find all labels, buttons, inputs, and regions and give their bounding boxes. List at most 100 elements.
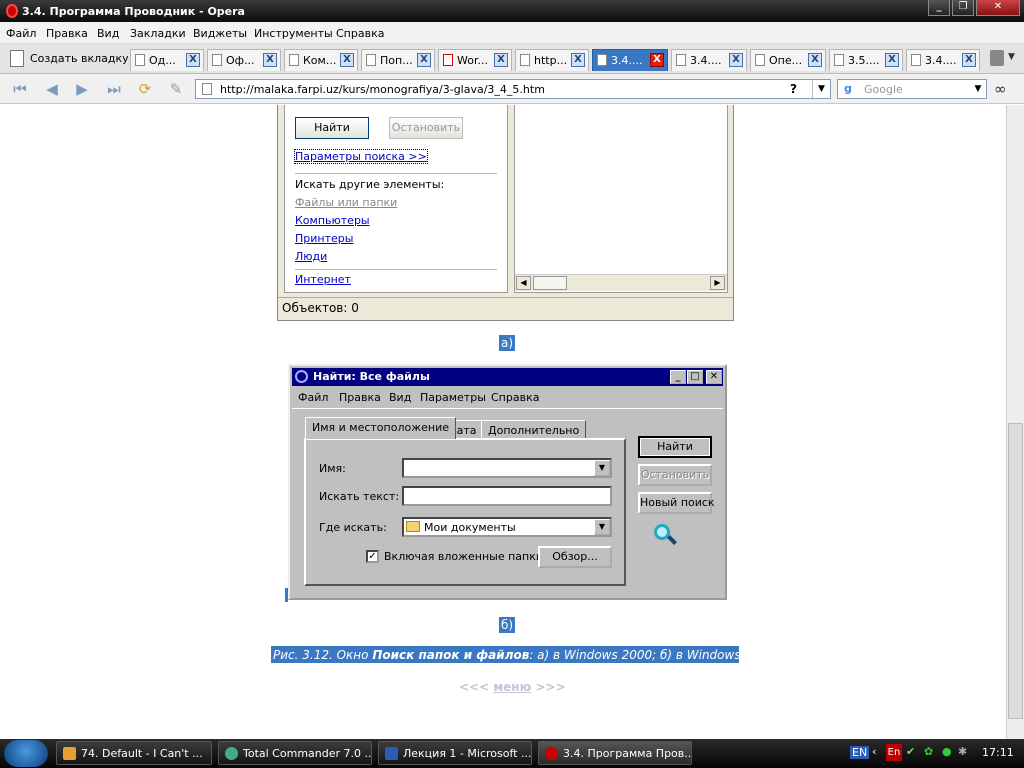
name-combobox[interactable]: ▼ xyxy=(402,458,612,478)
tab[interactable]: Поп... X xyxy=(361,49,435,71)
vertical-scrollbar[interactable] xyxy=(1006,105,1024,739)
status-icon[interactable]: ● xyxy=(942,745,952,758)
menu-file[interactable]: Файл xyxy=(6,27,36,40)
help-icon[interactable]: ? xyxy=(790,82,797,96)
minimize-button[interactable]: _ xyxy=(928,0,950,16)
files-folders-link[interactable]: Файлы или папки xyxy=(295,196,397,209)
menu-widgets[interactable]: Виджеты xyxy=(193,27,247,40)
chevron-down-icon[interactable]: ▼ xyxy=(812,80,830,98)
rewind-icon[interactable]: ⏮ xyxy=(10,80,30,98)
network-icon[interactable]: ✔ xyxy=(906,745,915,758)
reload-icon[interactable]: ⟳ xyxy=(135,80,155,98)
tab[interactable]: 3.4.... X xyxy=(906,49,980,71)
chevron-left-icon[interactable]: ‹ xyxy=(872,745,876,758)
new-tab-button[interactable]: Создать вкладку xyxy=(30,52,129,65)
scrollbar-thumb[interactable] xyxy=(533,276,567,290)
search-text-field[interactable] xyxy=(402,486,612,506)
stop-button[interactable]: Остановить xyxy=(638,464,712,486)
prev-link[interactable]: <<< xyxy=(459,680,489,694)
tab[interactable]: 3.4.... X xyxy=(671,49,747,71)
menu-link[interactable]: меню xyxy=(493,680,531,694)
scrollbar-thumb[interactable] xyxy=(1008,423,1023,719)
close-tab-icon[interactable]: X xyxy=(650,53,664,67)
tab-advanced[interactable]: Дополнительно xyxy=(481,420,587,440)
search-input[interactable]: g Google ▼ xyxy=(837,79,987,99)
trash-icon[interactable] xyxy=(990,50,1004,66)
glasses-icon[interactable]: ∞ xyxy=(994,80,1007,98)
taskbar-item[interactable]: Total Commander 7.0 ... xyxy=(218,741,372,765)
keyboard-layout-icon[interactable]: En xyxy=(886,744,902,761)
forward-icon[interactable]: ▶ xyxy=(72,80,92,98)
tab[interactable]: Од... X xyxy=(130,49,204,71)
start-button[interactable] xyxy=(4,740,48,767)
close-tab-icon[interactable]: X xyxy=(885,53,899,67)
tab[interactable]: http... X xyxy=(515,49,589,71)
address-field[interactable]: http://malaka.farpi.uz/kurs/monografiya/… xyxy=(195,79,831,99)
language-indicator[interactable]: EN xyxy=(850,746,870,759)
chevron-down-icon[interactable]: ▼ xyxy=(594,519,610,535)
find-button[interactable]: Найти xyxy=(638,436,712,458)
fast-forward-icon[interactable]: ⏭ xyxy=(104,80,124,98)
scroll-left-icon[interactable]: ◀ xyxy=(516,276,531,290)
tab[interactable]: Ком... X xyxy=(284,49,358,71)
next-link[interactable]: >>> xyxy=(535,680,565,694)
maximize-button[interactable]: □ xyxy=(687,370,703,384)
close-button[interactable]: ✕ xyxy=(706,370,722,384)
close-button[interactable]: ✕ xyxy=(976,0,1020,16)
close-tab-icon[interactable]: X xyxy=(808,53,822,67)
menu-bookmarks[interactable]: Закладки xyxy=(130,27,186,40)
stop-button[interactable]: Остановить xyxy=(389,117,463,139)
menu-edit[interactable]: Правка xyxy=(46,27,88,40)
menu-help[interactable]: Справка xyxy=(491,391,539,404)
status-bar: Объектов: 0 xyxy=(278,297,733,319)
look-in-combobox[interactable]: Мои документы ▼ xyxy=(402,517,612,537)
close-tab-icon[interactable]: X xyxy=(340,53,354,67)
tab[interactable]: Оф... X xyxy=(207,49,281,71)
tab-name-location[interactable]: Имя и местоположение xyxy=(305,417,457,439)
taskbar-item[interactable]: Лекция 1 - Microsoft ... xyxy=(378,741,532,765)
tab[interactable]: Опе... X xyxy=(750,49,826,71)
tab[interactable]: Wor... X xyxy=(438,49,512,71)
printers-link[interactable]: Принтеры xyxy=(295,232,353,245)
maximize-button[interactable]: ❐ xyxy=(952,0,974,16)
menu-edit[interactable]: Правка xyxy=(339,391,381,404)
find-button[interactable]: Найти xyxy=(295,117,369,139)
chevron-down-icon[interactable]: ▼ xyxy=(970,80,986,98)
internet-link[interactable]: Интернет xyxy=(295,273,351,286)
menu-help[interactable]: Справка xyxy=(336,27,384,40)
folder-icon xyxy=(406,521,420,532)
chevron-down-icon[interactable]: ▼ xyxy=(594,460,610,476)
antivirus-icon[interactable]: ✱ xyxy=(958,745,967,758)
computers-link[interactable]: Компьютеры xyxy=(295,214,370,227)
subfolders-checkbox[interactable]: ✓ xyxy=(366,550,379,563)
close-tab-icon[interactable]: X xyxy=(571,53,585,67)
tab-active[interactable]: 3.4.... X xyxy=(592,49,668,71)
close-tab-icon[interactable]: X xyxy=(962,53,976,67)
close-tab-icon[interactable]: X xyxy=(494,53,508,67)
new-tab-icon xyxy=(10,50,24,67)
close-tab-icon[interactable]: X xyxy=(417,53,431,67)
close-tab-icon[interactable]: X xyxy=(186,53,200,67)
menu-view[interactable]: Вид xyxy=(97,27,119,40)
scroll-right-icon[interactable]: ▶ xyxy=(710,276,725,290)
search-params-link[interactable]: Параметры поиска >> xyxy=(294,149,428,164)
horizontal-scrollbar[interactable]: ◀ ▶ xyxy=(515,274,727,291)
menu-view[interactable]: Вид xyxy=(389,391,411,404)
close-tab-icon[interactable]: X xyxy=(729,53,743,67)
menu-options[interactable]: Параметры xyxy=(420,391,486,404)
new-search-button[interactable]: Новый поиск xyxy=(638,492,715,514)
browse-button[interactable]: Обзор... xyxy=(538,546,612,568)
taskbar-item-active[interactable]: 3.4. Программа Пров... xyxy=(538,741,692,765)
menu-file[interactable]: Файл xyxy=(298,391,328,404)
chevron-down-icon[interactable]: ▼ xyxy=(1008,52,1015,62)
people-link[interactable]: Люди xyxy=(295,250,327,263)
icq-icon[interactable]: ✿ xyxy=(924,745,933,758)
back-icon[interactable]: ◀ xyxy=(42,80,62,98)
minimize-button[interactable]: _ xyxy=(670,370,686,384)
menu-tools[interactable]: Инструменты xyxy=(254,27,333,40)
close-tab-icon[interactable]: X xyxy=(263,53,277,67)
taskbar-item[interactable]: 74. Default - I Can't ... xyxy=(56,741,212,765)
edit-icon[interactable]: ✎ xyxy=(166,80,186,98)
tab[interactable]: 3.5.... X xyxy=(829,49,903,71)
taskbar: 74. Default - I Can't ... Total Commande… xyxy=(0,739,1024,768)
